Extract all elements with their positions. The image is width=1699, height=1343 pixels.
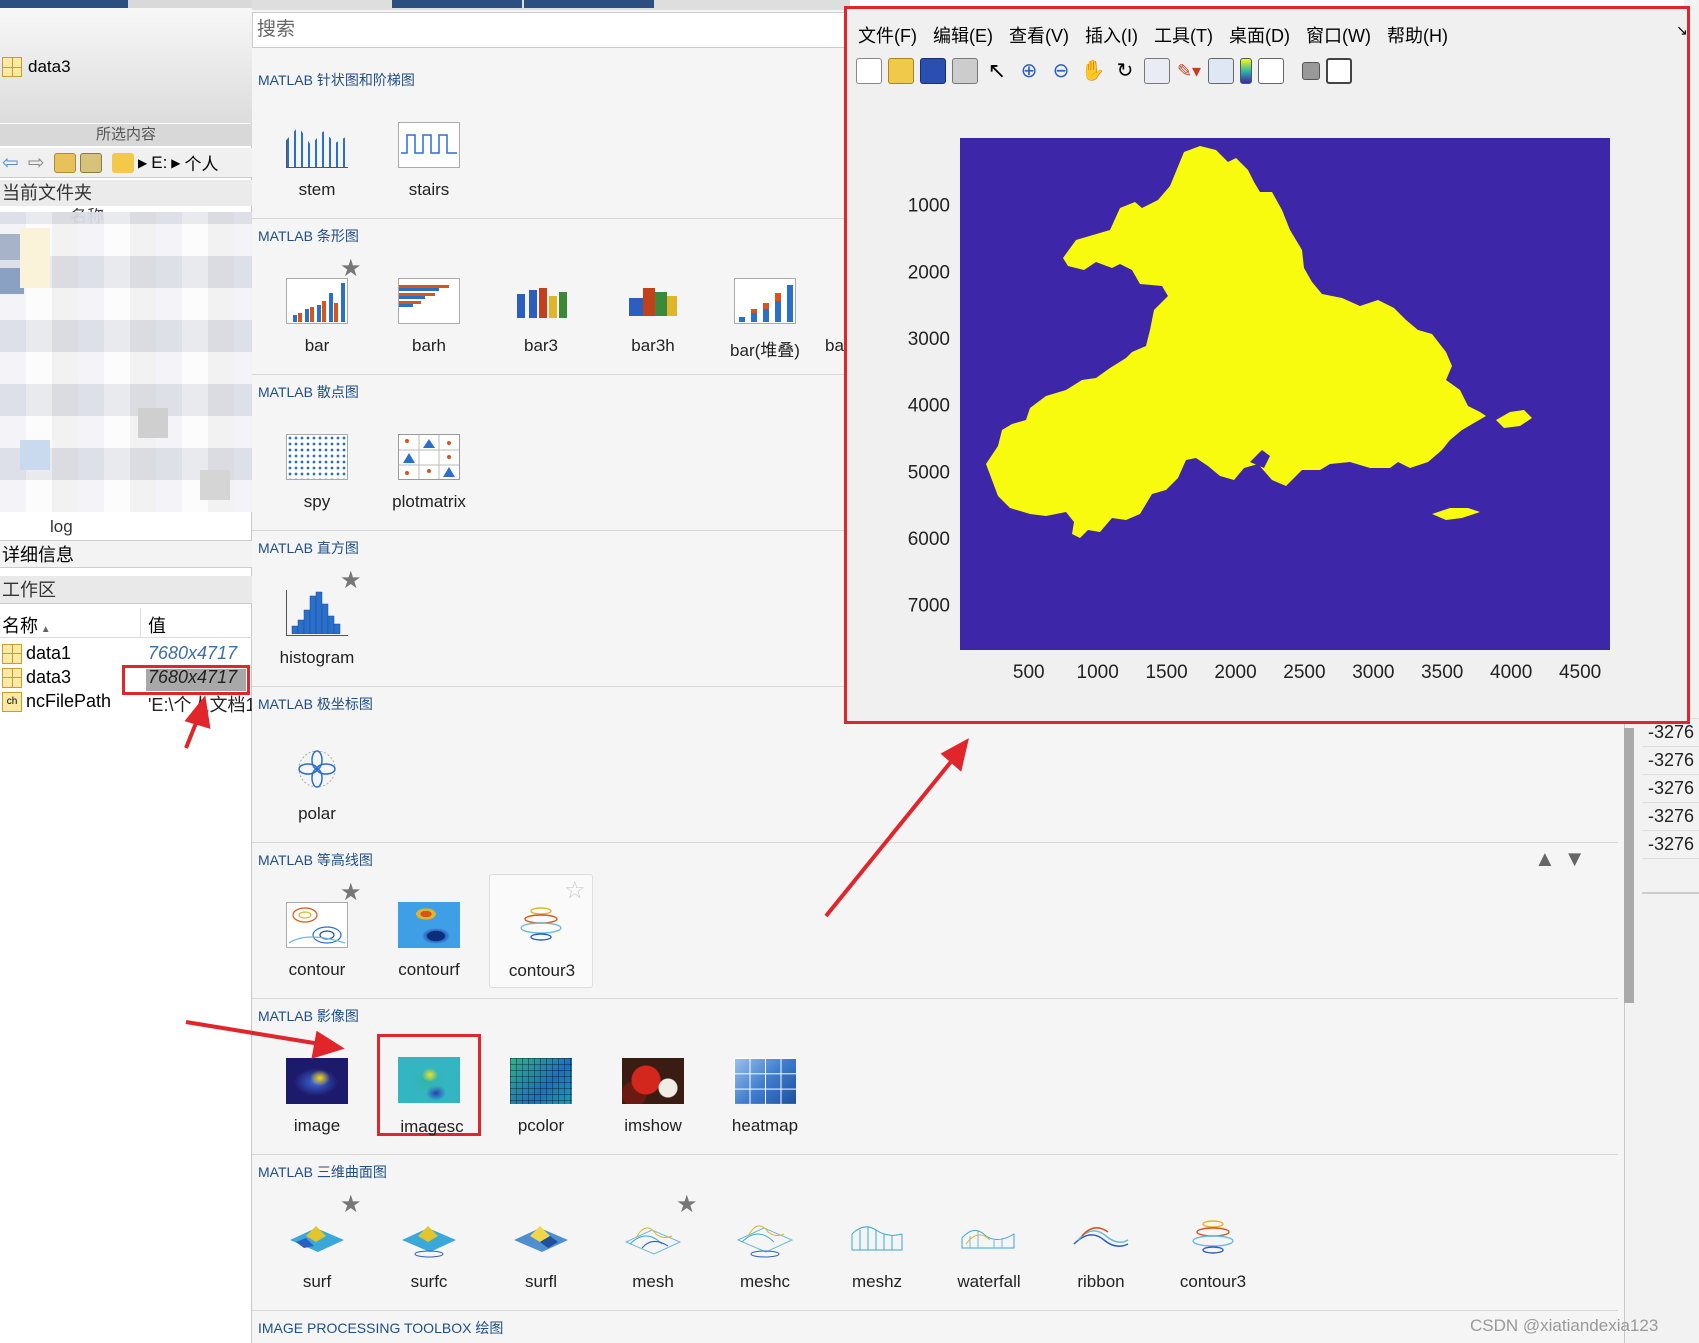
figure-title-strip (850, 0, 1684, 6)
menu-help[interactable]: 帮助(H) (1387, 22, 1448, 48)
y-tick-label: 5000 (908, 462, 950, 483)
y-tick-label: 6000 (908, 529, 950, 550)
x-tick-label: 500 (1013, 662, 1045, 683)
menu-window[interactable]: 窗口(W) (1306, 22, 1371, 48)
figure-toolbar: ↖ ⊕ ⊖ ✋ ↻ ✎▾ (856, 54, 1686, 88)
menu-file[interactable]: 文件(F) (858, 22, 917, 48)
menu-overflow-icon[interactable]: ↘ (1676, 22, 1688, 39)
new-figure-icon[interactable] (856, 58, 882, 84)
x-tick-label: 1000 (1077, 662, 1119, 683)
link-plot-icon[interactable] (1208, 58, 1234, 84)
y-tick-label: 4000 (908, 396, 950, 417)
figure-axes: 1000 2000 3000 4000 5000 6000 7000 500 1000 1500… (850, 90, 1686, 716)
hide-plot-tools-icon[interactable] (1302, 62, 1320, 80)
x-tick-label: 4000 (1490, 662, 1532, 683)
menu-edit[interactable]: 编辑(E) (933, 22, 993, 48)
watermark-text: CSDN @xiatiandexia123 (1470, 1316, 1659, 1335)
data-cursor-icon[interactable] (1144, 58, 1170, 84)
gallery-scrollbar[interactable] (1624, 728, 1634, 1003)
variable-cell[interactable]: -3276 (1648, 750, 1694, 771)
y-tick-label: 7000 (908, 596, 950, 617)
rotate-3d-icon[interactable]: ↻ (1112, 58, 1138, 84)
zoom-in-icon[interactable]: ⊕ (1016, 58, 1042, 84)
brush-icon[interactable]: ✎▾ (1176, 58, 1202, 84)
x-tick-label: 4500 (1559, 662, 1601, 683)
menu-tools[interactable]: 工具(T) (1154, 22, 1213, 48)
y-tick-label: 1000 (908, 196, 950, 217)
select-arrow-icon[interactable]: ↖ (984, 58, 1010, 84)
pan-hand-icon[interactable]: ✋ (1080, 58, 1106, 84)
y-tick-label: 3000 (908, 329, 950, 350)
save-icon[interactable] (920, 58, 946, 84)
open-file-icon[interactable] (888, 58, 914, 84)
colorbar-icon[interactable] (1240, 58, 1252, 84)
print-icon[interactable] (952, 58, 978, 84)
variable-cell[interactable]: -3276 (1648, 778, 1694, 799)
x-tick-label: 1500 (1145, 662, 1187, 683)
variable-cell[interactable]: -3276 (1648, 722, 1694, 743)
menu-insert[interactable]: 插入(I) (1085, 22, 1138, 48)
x-tick-label: 2000 (1214, 662, 1256, 683)
zoom-out-icon[interactable]: ⊖ (1048, 58, 1074, 84)
x-tick-label: 3500 (1421, 662, 1463, 683)
x-tick-label: 3000 (1352, 662, 1394, 683)
menu-desktop[interactable]: 桌面(D) (1229, 22, 1290, 48)
y-tick-label: 2000 (908, 262, 950, 283)
variable-cell[interactable]: -3276 (1648, 834, 1694, 855)
figure-menubar: 文件(F) 编辑(E) 查看(V) 插入(I) 工具(T) 桌面(D) 窗口(W… (858, 20, 1688, 50)
variable-cell[interactable]: -3276 (1648, 806, 1694, 827)
show-plot-tools-icon[interactable] (1326, 58, 1352, 84)
x-tick-label: 2500 (1283, 662, 1325, 683)
menu-view[interactable]: 查看(V) (1009, 22, 1069, 48)
legend-icon[interactable] (1258, 58, 1284, 84)
